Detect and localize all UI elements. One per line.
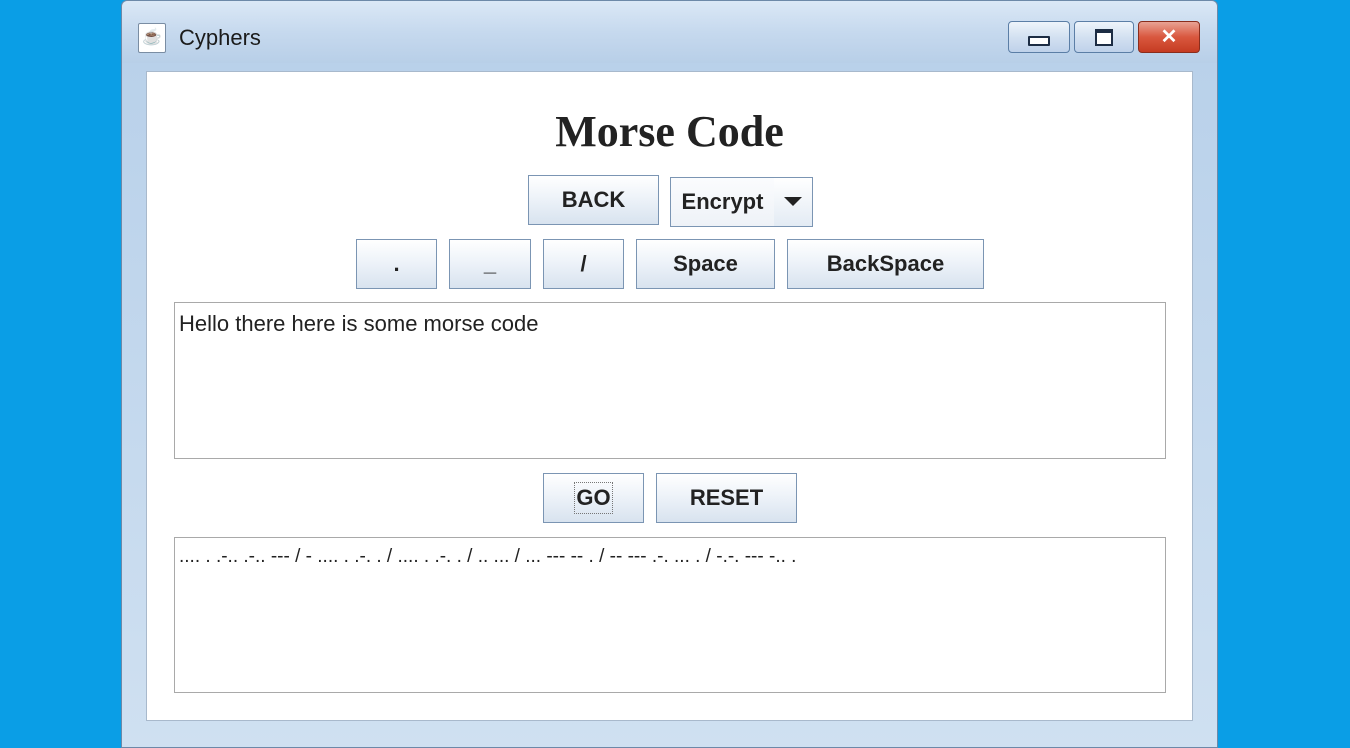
java-app-icon: ☕ [138,23,166,53]
go-button[interactable]: GO [543,473,644,523]
app-window: ☕ Cyphers ✕ Morse Code BACK Encrypt . _ … [121,0,1218,748]
content-panel: Morse Code BACK Encrypt . _ / Space Back… [146,71,1193,721]
back-button[interactable]: BACK [528,175,659,225]
go-button-label: GO [574,482,613,514]
chevron-down-icon[interactable] [774,178,812,226]
mode-dropdown[interactable]: Encrypt [670,177,813,227]
space-button[interactable]: Space [636,239,775,289]
title-bar[interactable]: ☕ Cyphers ✕ [122,1,1217,63]
close-icon: ✕ [1160,26,1178,48]
mode-dropdown-value: Encrypt [671,178,775,226]
close-button[interactable]: ✕ [1138,21,1200,53]
reset-button[interactable]: RESET [656,473,797,523]
maximize-icon [1095,29,1113,46]
output-textarea[interactable]: .... . .-.. .-.. --- / - .... . .-. . / … [174,537,1166,693]
minimize-icon [1028,36,1050,46]
input-textarea[interactable]: Hello there here is some morse code [174,302,1166,459]
dash-button[interactable]: _ [449,239,531,289]
slash-button[interactable]: / [543,239,624,289]
maximize-button[interactable] [1074,21,1134,53]
minimize-button[interactable] [1008,21,1070,53]
backspace-button[interactable]: BackSpace [787,239,984,289]
page-title: Morse Code [555,107,784,156]
dot-button[interactable]: . [356,239,437,289]
window-title: Cyphers [179,25,261,50]
